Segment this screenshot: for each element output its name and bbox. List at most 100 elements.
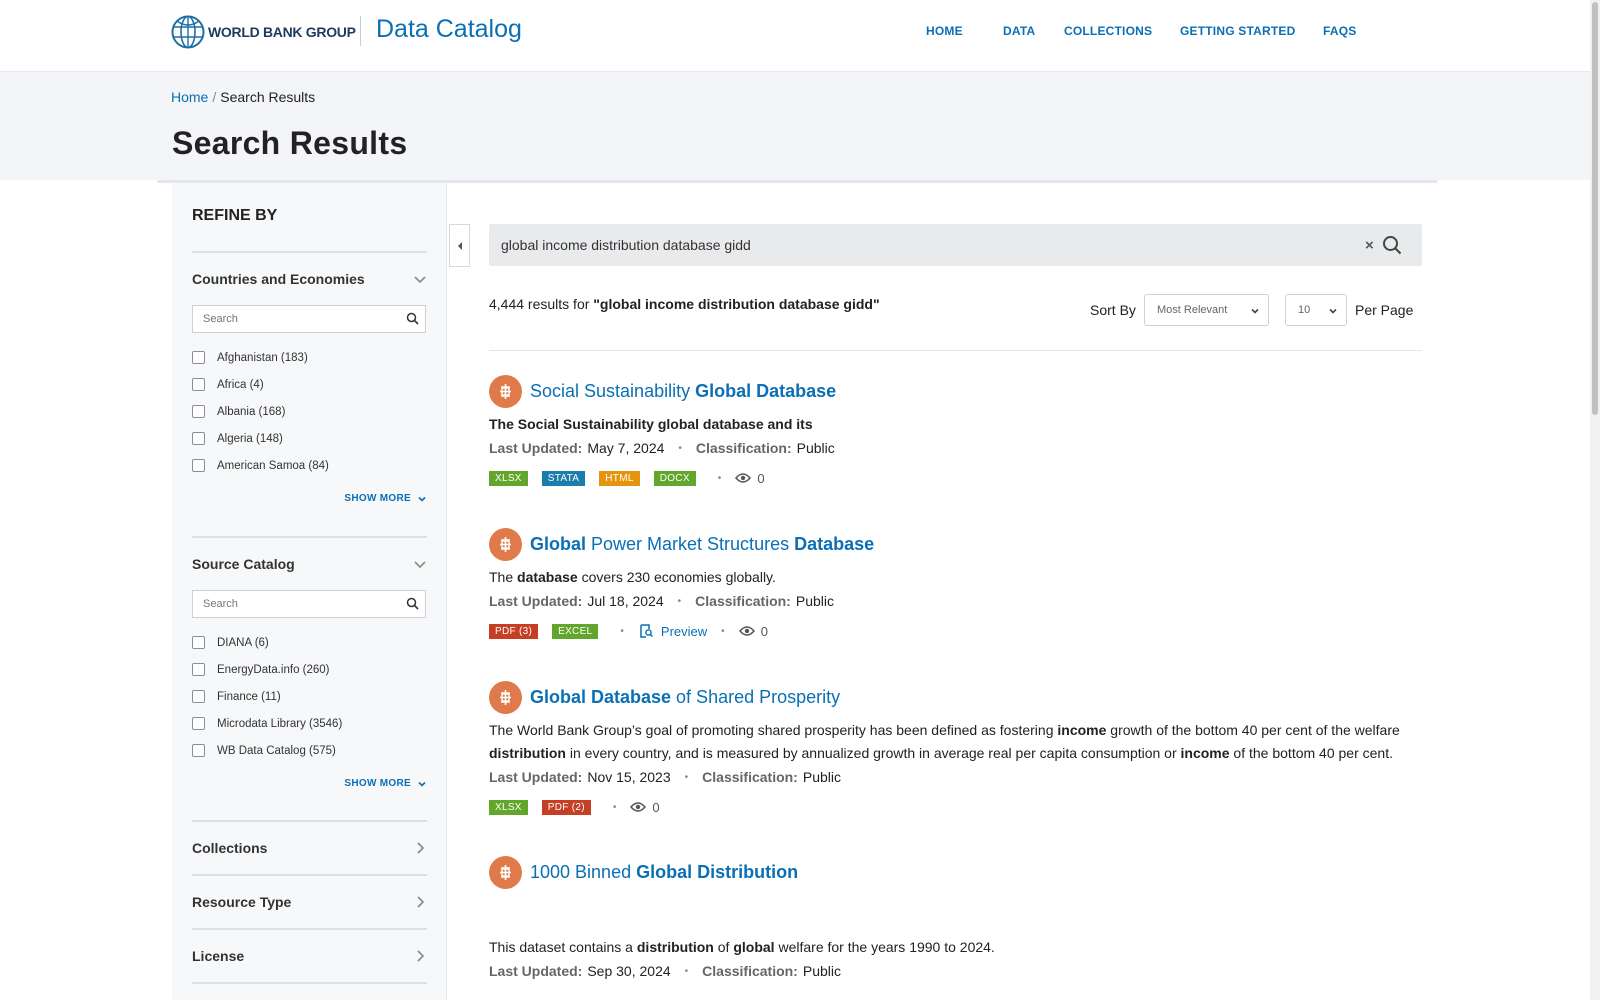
bullet: • bbox=[620, 625, 624, 637]
result-title-link[interactable]: 1000 Binned Global Distribution bbox=[530, 862, 798, 883]
show-more-button[interactable]: SHOW MORE bbox=[192, 493, 427, 504]
format-tag[interactable]: DOCX bbox=[653, 470, 696, 486]
checkbox[interactable] bbox=[192, 432, 205, 445]
world-bank-logo[interactable]: WORLD BANK GROUP bbox=[171, 15, 356, 49]
sort-label: Sort By bbox=[1090, 302, 1136, 318]
checkbox[interactable] bbox=[192, 690, 205, 703]
views-count: 0 bbox=[630, 800, 660, 815]
clear-search-icon[interactable]: × bbox=[1365, 237, 1374, 254]
search-icon[interactable] bbox=[406, 597, 419, 610]
result-title-link[interactable]: Global Power Market Structures Database bbox=[530, 534, 874, 555]
bullet: • bbox=[612, 801, 617, 813]
checkbox[interactable] bbox=[192, 744, 205, 757]
last-updated-value: Jul 18, 2024 bbox=[587, 593, 664, 609]
chevron-down-icon bbox=[414, 276, 426, 284]
nav-getting-started[interactable]: GETTING STARTED bbox=[1180, 24, 1295, 38]
format-tag[interactable]: EXCEL bbox=[552, 623, 599, 639]
nav-home[interactable]: HOME bbox=[926, 24, 963, 38]
nav-data[interactable]: DATA bbox=[1003, 24, 1035, 38]
collapse-sidebar-button[interactable] bbox=[449, 224, 470, 267]
format-tag[interactable]: HTML bbox=[599, 470, 640, 486]
facet-search bbox=[192, 590, 426, 618]
preview-link[interactable]: Preview bbox=[640, 624, 707, 639]
per-page-select[interactable]: 10 bbox=[1285, 294, 1347, 326]
checkbox[interactable] bbox=[192, 663, 205, 676]
format-tag[interactable]: PDF (3) bbox=[489, 623, 539, 639]
result-item: Global Database of Shared Prosperity The… bbox=[489, 680, 1422, 817]
chevron-right-icon bbox=[417, 842, 425, 854]
chevron-down-icon bbox=[1251, 308, 1259, 314]
globe-logo-icon bbox=[171, 15, 205, 49]
facet-option[interactable]: Afghanistan (183) bbox=[192, 344, 427, 371]
facet-resource-type[interactable]: Resource Type bbox=[192, 874, 427, 928]
checkbox[interactable] bbox=[192, 351, 205, 364]
facet-option[interactable]: Algeria (148) bbox=[192, 425, 427, 452]
facet-option[interactable]: Microdata Library (3546) bbox=[192, 710, 427, 737]
breadcrumb-current: Search Results bbox=[220, 89, 316, 105]
facet-option[interactable]: Albania (168) bbox=[192, 398, 427, 425]
checkbox[interactable] bbox=[192, 405, 205, 418]
facet-header[interactable]: Countries and Economies bbox=[192, 253, 427, 305]
checkbox[interactable] bbox=[192, 459, 205, 472]
show-more-button[interactable]: SHOW MORE bbox=[192, 778, 427, 789]
facet-title: License bbox=[192, 948, 245, 964]
facet-header[interactable]: License bbox=[192, 930, 427, 982]
result-meta: Last Updated: Nov 15, 2023 • Classificati… bbox=[489, 765, 1422, 789]
search-icon[interactable] bbox=[1382, 235, 1402, 255]
source-search-input[interactable] bbox=[193, 591, 393, 617]
facet-option[interactable]: EnergyData.info (260) bbox=[192, 656, 427, 683]
preview-icon bbox=[640, 624, 653, 638]
description-part: growth of the bottom 40 per cent of the … bbox=[1106, 722, 1400, 738]
title-part-bold: Global Database bbox=[530, 686, 672, 707]
dataset-icon bbox=[489, 374, 522, 408]
checkbox[interactable] bbox=[192, 636, 205, 649]
format-tag[interactable]: STATA bbox=[541, 470, 586, 486]
nav-collections[interactable]: COLLECTIONS bbox=[1064, 24, 1152, 38]
classification-label: Classification: bbox=[702, 769, 798, 785]
search-input[interactable] bbox=[501, 224, 1341, 266]
result-title-link[interactable]: Global Database of Shared Prosperity bbox=[530, 687, 840, 708]
checkbox[interactable] bbox=[192, 717, 205, 730]
facet-option[interactable]: WB Data Catalog (575) bbox=[192, 737, 427, 764]
result-description: The Social Sustainability global databas… bbox=[489, 413, 1422, 436]
refine-sidebar: REFINE BY Countries and Economies Afghan… bbox=[172, 183, 447, 1000]
facet-search bbox=[192, 305, 426, 333]
breadcrumb-home[interactable]: Home bbox=[171, 89, 208, 105]
facet-collections[interactable]: Collections bbox=[192, 820, 427, 874]
option-label: WB Data Catalog (575) bbox=[217, 744, 336, 757]
sort-select[interactable]: Most Relevant bbox=[1144, 294, 1269, 326]
title-part-bold: Database bbox=[794, 533, 875, 554]
bullet: • bbox=[684, 771, 689, 783]
eye-icon bbox=[735, 473, 752, 483]
nav-faqs[interactable]: FAQS bbox=[1323, 24, 1356, 38]
sort-value: Most Relevant bbox=[1157, 304, 1228, 316]
facet-option[interactable]: Finance (11) bbox=[192, 683, 427, 710]
facet-option[interactable]: DIANA (6) bbox=[192, 629, 427, 656]
facet-license[interactable]: License bbox=[192, 928, 427, 982]
page-scrollbar[interactable] bbox=[1590, 0, 1600, 1000]
results-mid: results for bbox=[524, 296, 594, 312]
facet-option[interactable]: American Samoa (84) bbox=[192, 452, 427, 479]
format-tag[interactable]: XLSX bbox=[489, 799, 528, 815]
per-page-label: Per Page bbox=[1355, 302, 1414, 318]
result-tags: PDF (3) EXCEL • Preview • 0 bbox=[489, 621, 1422, 641]
facet-header[interactable]: Collections bbox=[192, 822, 427, 874]
countries-search-input[interactable] bbox=[193, 306, 393, 332]
catalog-title[interactable]: Data Catalog bbox=[376, 15, 522, 44]
logo-text: WORLD BANK GROUP bbox=[208, 24, 356, 40]
checkbox[interactable] bbox=[192, 378, 205, 391]
facet-header[interactable]: Source Catalog bbox=[192, 538, 427, 590]
chevron-down-icon bbox=[414, 561, 426, 569]
scrollbar-thumb[interactable] bbox=[1592, 2, 1598, 415]
format-tag[interactable]: PDF (2) bbox=[541, 799, 591, 815]
description-bold: global bbox=[733, 939, 775, 955]
facet-header[interactable]: Resource Type bbox=[192, 876, 427, 928]
chevron-down-icon bbox=[418, 496, 426, 502]
dataset-icon bbox=[489, 855, 522, 889]
search-icon[interactable] bbox=[406, 312, 419, 325]
format-tag[interactable]: XLSX bbox=[489, 470, 528, 486]
result-title-link[interactable]: Social Sustainability Global Database bbox=[530, 381, 836, 402]
facet-countries: Countries and Economies Afghanistan (183… bbox=[192, 251, 427, 524]
facet-title: Countries and Economies bbox=[192, 271, 365, 287]
facet-option[interactable]: Africa (4) bbox=[192, 371, 427, 398]
